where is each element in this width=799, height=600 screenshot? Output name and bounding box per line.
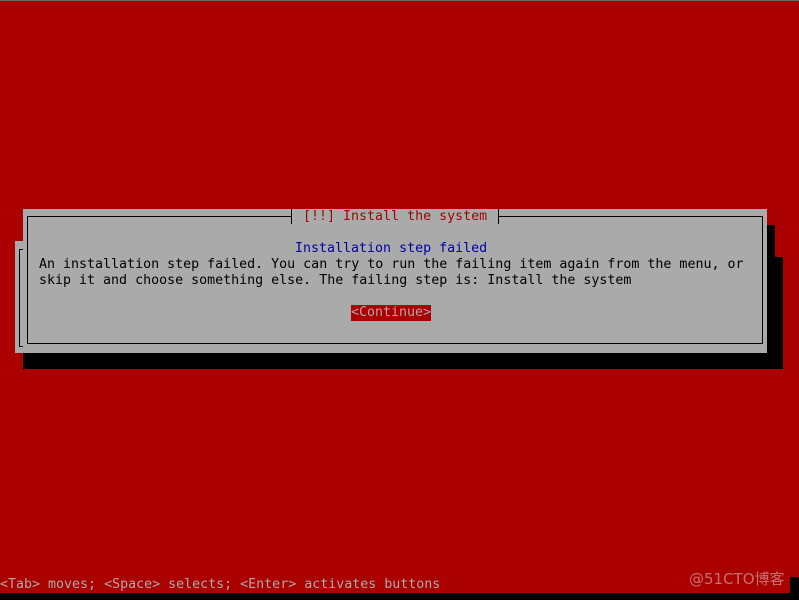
watermark: @51CTO博客: [689, 570, 785, 588]
dialog-subtitle: Installation step failed: [295, 241, 488, 256]
title-bracket-left: [291, 209, 292, 224]
background-dialog-shadow: [23, 353, 783, 369]
dialog-message-line: skip it and choose something else. The f…: [39, 273, 632, 288]
bottom-right-edge: [790, 577, 799, 593]
dialog-title: [!!] Install the system: [303, 209, 488, 224]
continue-button[interactable]: <Continue>: [351, 305, 431, 321]
dialog-message-line: An installation step failed. You can try…: [39, 257, 744, 272]
screen-top-edge: [0, 0, 799, 1]
dialog-shadow: [767, 225, 775, 353]
background-dialog-shadow-right: [775, 257, 783, 369]
title-frame-line: [498, 216, 506, 217]
bottom-strip: [0, 593, 799, 600]
keyboard-help-text: <Tab> moves; <Space> selects; <Enter> ac…: [0, 577, 441, 592]
